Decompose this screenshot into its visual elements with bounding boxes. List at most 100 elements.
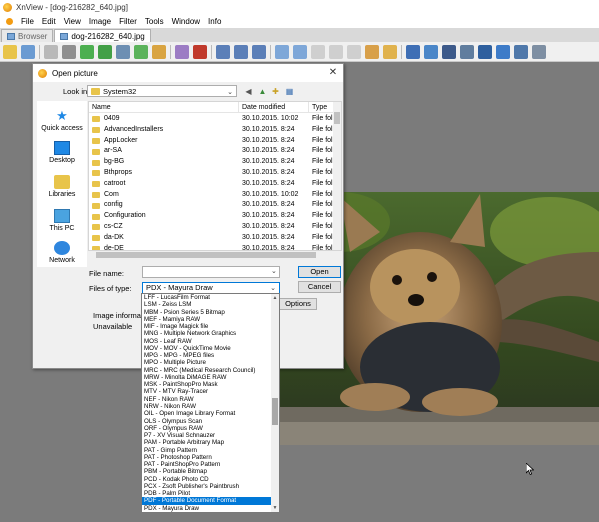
binoculars-icon[interactable] — [442, 44, 456, 59]
copy-icon[interactable] — [347, 44, 361, 59]
look-in-select[interactable]: System32 ⌄ — [87, 85, 237, 97]
menu-tools[interactable]: Tools — [141, 17, 168, 26]
dropdown-option[interactable]: MSK - PaintShopPro Mask — [142, 381, 272, 388]
hscroll-thumb[interactable] — [96, 252, 316, 258]
dropdown-option[interactable]: MTV - MTV Ray-Tracer — [142, 388, 272, 395]
menu-view[interactable]: View — [60, 17, 85, 26]
file-row[interactable]: AdvancedInstallers 30.10.2015. 8:24 File f… — [89, 125, 334, 136]
dropdown-option[interactable]: PAT - Photoshop Pattern — [142, 454, 272, 461]
rotate-icon[interactable] — [98, 44, 112, 59]
view-menu-icon[interactable]: ▦ — [284, 86, 295, 97]
save-icon[interactable] — [21, 44, 35, 59]
menu-file[interactable]: File — [17, 17, 38, 26]
close-icon[interactable]: ✕ — [327, 67, 339, 79]
file-row[interactable]: 0409 30.10.2015. 10:02 File fol — [89, 114, 334, 125]
info-icon[interactable] — [514, 44, 528, 59]
settings-icon[interactable] — [175, 44, 189, 59]
dropdown-option[interactable]: MPG - MPG - MPEG files — [142, 352, 272, 359]
arrow-left-icon[interactable] — [275, 44, 289, 59]
menu-app-icon[interactable] — [2, 17, 17, 26]
dropdown-option[interactable]: PDF - Portable Document Format — [142, 497, 272, 505]
cancel-button[interactable]: Cancel — [298, 281, 341, 293]
print-icon[interactable] — [44, 44, 58, 59]
file-row[interactable]: Com 30.10.2015. 10:02 File fol — [89, 190, 334, 201]
dropdown-option[interactable]: MOV - MOV - QuickTime Movie — [142, 345, 272, 352]
menu-image[interactable]: Image — [85, 17, 115, 26]
chevron-down-icon[interactable]: ⌄ — [271, 267, 277, 275]
filmstrip-icon[interactable] — [460, 44, 474, 59]
menu-edit[interactable]: Edit — [38, 17, 60, 26]
file-list[interactable]: Name Date modified Type 0409 30.10.2015. … — [88, 101, 342, 251]
column-header-name[interactable]: Name — [89, 102, 239, 112]
file-row[interactable]: Bthprops 30.10.2015. 8:24 File fol — [89, 168, 334, 179]
dropdown-option[interactable]: NEF - Nikon RAW — [142, 396, 272, 403]
dropdown-option[interactable]: MBM - Psion Series 5 Bitmap — [142, 309, 272, 316]
file-row[interactable]: de-DE 30.10.2015. 8:24 File fol — [89, 244, 334, 250]
convert-icon[interactable] — [134, 44, 148, 59]
files-of-type-dropdown-list[interactable]: LFF - LucasFilm Format LSM - Zeiss LSM MBM… — [141, 293, 280, 513]
place-quick-access[interactable]: ★ Quick access — [37, 109, 87, 133]
dropdown-option[interactable]: P7 - XV Visual Schnauzer — [142, 432, 272, 439]
dropdown-option[interactable]: PDB - Palm Pilot — [142, 490, 272, 497]
tab-browser[interactable]: Browser — [1, 29, 54, 42]
file-list-scrollbar[interactable] — [333, 102, 341, 250]
place-libraries[interactable]: Libraries — [37, 175, 87, 198]
dropdown-option[interactable]: MOS - Leaf RAW — [142, 338, 272, 345]
place-network[interactable]: Network — [37, 241, 87, 264]
file-row[interactable]: ar-SA 30.10.2015. 8:24 File fol — [89, 146, 334, 157]
column-header-date[interactable]: Date modified — [239, 102, 309, 112]
dropdown-option[interactable]: PAT - PaintShopPro Pattern — [142, 461, 272, 468]
dropdown-option[interactable]: ORF - Olympus RAW — [142, 425, 272, 432]
view-mode-icon[interactable] — [424, 44, 438, 59]
arrow-right-icon[interactable] — [293, 44, 307, 59]
file-name-input[interactable] — [142, 266, 280, 278]
dropdown-option[interactable]: PBM - Portable Bitmap — [142, 468, 272, 475]
dropdown-option[interactable]: PCX - Zsoft Publisher's Paintbrush — [142, 483, 272, 490]
file-row[interactable]: da-DK 30.10.2015. 8:24 File fol — [89, 233, 334, 244]
paste-icon[interactable] — [365, 44, 379, 59]
scroll-up-icon[interactable]: ▲ — [271, 294, 279, 302]
tools-icon[interactable] — [193, 44, 207, 59]
dropdown-option[interactable]: OLS - Olympus Scan — [142, 418, 272, 425]
dropdown-option[interactable]: MRW - Minolta DiMAGE RAW — [142, 374, 272, 381]
dropdown-scroll-thumb[interactable] — [272, 398, 278, 425]
zoom-icon[interactable] — [234, 44, 248, 59]
column-header-type[interactable]: Type — [309, 102, 334, 112]
fit-window-icon[interactable] — [406, 44, 420, 59]
new-folder-icon[interactable]: ✚ — [270, 86, 281, 97]
dropdown-option[interactable]: LFF - LucasFilm Format — [142, 294, 272, 301]
place-this-pc[interactable]: This PC — [37, 209, 87, 232]
dropdown-option[interactable]: MIF - Image Magick file — [142, 323, 272, 330]
dropdown-option[interactable]: NRW - Nikon RAW — [142, 403, 272, 410]
dropdown-option[interactable]: PAT - Gimp Pattern — [142, 447, 272, 454]
scan-icon[interactable] — [62, 44, 76, 59]
dropdown-option[interactable]: PAM - Portable Arbitrary Map — [142, 439, 272, 446]
file-row[interactable]: bg-BG 30.10.2015. 8:24 File fol — [89, 157, 334, 168]
zoom-out-icon[interactable] — [252, 44, 266, 59]
scroll-thumb[interactable] — [334, 112, 340, 124]
dropdown-option[interactable]: PCD - Kodak Photo CD — [142, 476, 272, 483]
file-list-hscrollbar[interactable] — [88, 251, 342, 259]
open-button[interactable]: Open — [298, 266, 341, 278]
menu-info[interactable]: Info — [204, 17, 225, 26]
dropdown-option[interactable]: MRC - MRC (Medical Research Council) — [142, 367, 272, 374]
dropdown-option[interactable]: OIL - Open Image Library Format — [142, 410, 272, 417]
scroll-down-icon[interactable]: ▼ — [271, 504, 279, 512]
menu-filter[interactable]: Filter — [115, 17, 141, 26]
dropdown-option[interactable]: MPO - Multiple Picture — [142, 359, 272, 366]
place-desktop[interactable]: Desktop — [37, 141, 87, 164]
gear-icon[interactable] — [532, 44, 546, 59]
refresh-icon[interactable] — [80, 44, 94, 59]
zoom-in-icon[interactable] — [216, 44, 230, 59]
open-folder-icon[interactable] — [3, 44, 17, 59]
file-row[interactable]: Configuration 30.10.2015. 8:24 File fol — [89, 211, 334, 222]
fullscreen-icon[interactable] — [478, 44, 492, 59]
back-icon[interactable]: ◀ — [243, 86, 254, 97]
file-row[interactable]: catroot 30.10.2015. 8:24 File fol — [89, 179, 334, 190]
batch-icon[interactable] — [152, 44, 166, 59]
menu-window[interactable]: Window — [168, 17, 204, 26]
dropdown-option[interactable]: MNG - Multiple Network Graphics — [142, 330, 272, 337]
dropdown-scrollbar[interactable]: ▲ ▼ — [271, 294, 279, 512]
dropdown-option[interactable]: LSM - Zeiss LSM — [142, 301, 272, 308]
file-row[interactable]: AppLocker 30.10.2015. 8:24 File fol — [89, 136, 334, 147]
